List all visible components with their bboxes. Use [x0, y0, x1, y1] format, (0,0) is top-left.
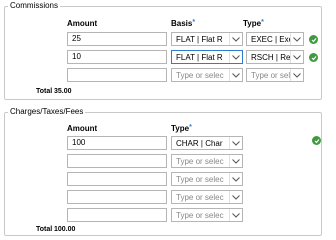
basis-header: Basis*	[171, 19, 195, 28]
basis-header-label: Basis	[171, 19, 193, 28]
charge-type-value: CHAR | Char	[176, 138, 223, 148]
charge-type-select[interactable]: Type or selec	[171, 190, 243, 204]
charge-type-placeholder: Type or selec	[176, 192, 224, 202]
chevron-down-icon[interactable]	[229, 137, 242, 149]
type-header: Type*	[171, 124, 192, 133]
amount-header: Amount	[67, 19, 98, 28]
chevron-down-icon[interactable]	[229, 173, 242, 185]
commission-basis-placeholder: Type or selec	[176, 70, 224, 80]
type-header: Type*	[243, 19, 264, 28]
chevron-down-icon[interactable]	[229, 155, 242, 167]
charge-amount-input[interactable]	[67, 208, 167, 222]
commissions-total-label: Total	[36, 88, 53, 95]
commission-type-select[interactable]: RSCH | Rese	[246, 50, 304, 64]
chevron-down-icon[interactable]	[229, 191, 242, 203]
required-mark: *	[261, 19, 264, 26]
type-header-label: Type	[243, 19, 262, 28]
charge-type-select[interactable]: Type or selec	[171, 154, 243, 168]
commission-basis-value: FLAT | Flat R	[176, 52, 223, 62]
charge-type-placeholder: Type or selec	[176, 210, 224, 220]
commission-type-select[interactable]: EXEC | Exec	[246, 32, 304, 46]
commission-amount-input[interactable]	[67, 68, 167, 82]
commission-amount-input[interactable]: 25	[67, 32, 167, 46]
check-circle-icon	[309, 53, 318, 62]
charges-total-value: 100.00	[54, 226, 76, 233]
commission-type-value: RSCH | Rese	[251, 52, 290, 62]
chevron-down-icon[interactable]	[229, 69, 242, 81]
check-circle-icon	[309, 35, 318, 44]
charge-type-select[interactable]: Type or selec	[171, 172, 243, 186]
chevron-down-icon[interactable]	[290, 33, 303, 45]
charges-legend: Charges/Taxes/Fees	[8, 107, 86, 116]
commissions-total-value: 35.00	[54, 88, 72, 95]
commissions-fieldset: Commissions Amount Basis* Type* 25 FLAT …	[4, 1, 322, 100]
commission-basis-select[interactable]: FLAT | Flat R	[171, 50, 243, 64]
charge-amount-input[interactable]: 100	[67, 136, 167, 150]
chevron-down-icon[interactable]	[229, 209, 242, 221]
chevron-down-icon[interactable]	[229, 51, 242, 63]
charge-amount-input[interactable]	[67, 172, 167, 186]
chevron-down-icon[interactable]	[290, 51, 303, 63]
charge-type-placeholder: Type or selec	[176, 174, 224, 184]
chevron-down-icon[interactable]	[229, 33, 242, 45]
commission-basis-value: FLAT | Flat R	[176, 34, 223, 44]
commission-basis-select[interactable]: Type or selec	[171, 68, 243, 82]
required-mark: *	[192, 19, 196, 26]
check-circle-icon	[312, 136, 321, 145]
charge-type-select[interactable]: Type or selec	[171, 208, 243, 222]
required-mark: *	[189, 124, 192, 131]
charge-type-select[interactable]: CHAR | Char	[171, 136, 243, 150]
charges-fieldset: Charges/Taxes/Fees Amount Type* 100 CHAR…	[4, 107, 322, 236]
charges-total-label: Total	[36, 226, 53, 233]
type-header-label: Type	[171, 124, 190, 133]
commission-type-value: EXEC | Exec	[251, 34, 290, 44]
charge-amount-input[interactable]	[67, 154, 167, 168]
commission-amount-input[interactable]: 10	[67, 50, 167, 64]
charge-type-placeholder: Type or selec	[176, 156, 224, 166]
commission-basis-select[interactable]: FLAT | Flat R	[171, 32, 243, 46]
commissions-legend: Commissions	[8, 1, 61, 10]
chevron-down-icon[interactable]	[290, 69, 303, 81]
commission-type-select[interactable]: Type or selec	[246, 68, 304, 82]
charge-amount-input[interactable]	[67, 190, 167, 204]
amount-header: Amount	[67, 124, 98, 133]
commission-type-placeholder: Type or selec	[251, 70, 290, 80]
